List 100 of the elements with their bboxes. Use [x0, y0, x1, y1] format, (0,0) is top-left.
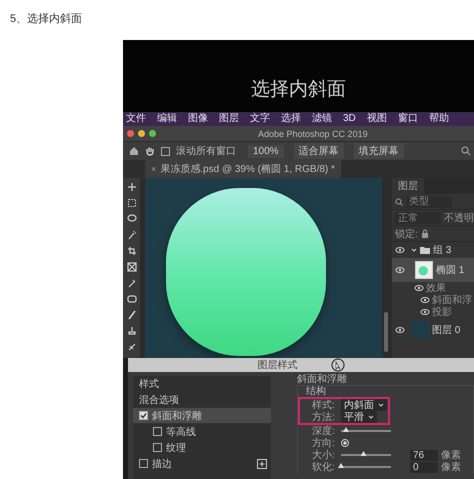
toolbar-button[interactable]: 100% — [248, 144, 284, 158]
checkbox[interactable] — [139, 411, 148, 420]
home-icon[interactable] — [129, 146, 139, 156]
toolbar-button[interactable]: 适合屏幕 — [294, 143, 344, 159]
menu-item[interactable]: 图层 — [219, 113, 239, 125]
style-label: 纹理 — [166, 442, 186, 454]
style-list-item[interactable]: 等高线 — [133, 424, 271, 440]
menu-item[interactable]: 帮助 — [428, 113, 449, 125]
style-label: 混合选项 — [139, 394, 179, 406]
lock-icon — [420, 229, 429, 238]
menu-item[interactable]: 图像 — [188, 113, 208, 125]
chevron-icon[interactable] — [411, 247, 417, 253]
menu-item[interactable]: 选择 — [281, 113, 301, 125]
video-caption: 选择内斜面 — [251, 78, 346, 102]
eye-icon[interactable] — [414, 284, 424, 292]
folder-icon — [420, 246, 430, 254]
dropdown[interactable]: 内斜面 — [341, 399, 387, 411]
window-title: Adobe Photoshop CC 2019 — [258, 128, 368, 138]
lasso-icon[interactable] — [126, 214, 136, 224]
search-field[interactable]: 类型 — [406, 196, 452, 208]
crop-icon[interactable] — [126, 246, 136, 256]
brush-icon[interactable] — [126, 310, 136, 320]
checkbox[interactable] — [139, 459, 148, 468]
lock-label: 锁定: — [395, 228, 418, 240]
toolbar-button[interactable]: 填充屏幕 — [354, 143, 404, 159]
style-label: 样式 — [139, 378, 159, 390]
eye-icon[interactable] — [395, 246, 405, 254]
style-list-item[interactable]: 样式 — [133, 376, 271, 392]
field-label: 方法: — [312, 410, 336, 424]
menu-item[interactable]: 文字 — [250, 113, 270, 125]
style-list-item[interactable]: 纹理 — [133, 440, 271, 456]
eye-icon[interactable] — [395, 266, 405, 274]
checkbox[interactable] — [161, 146, 170, 156]
dialog-title: 图层样式 — [258, 358, 298, 372]
field-label: 软化: — [312, 461, 336, 474]
style-label: 斜面和浮雕 — [152, 410, 202, 422]
checkbox[interactable] — [153, 443, 162, 452]
menu-item[interactable]: 3D — [343, 113, 356, 125]
menu-item[interactable]: 滤镜 — [312, 113, 332, 125]
document-tab[interactable]: × 果冻质感.psd @ 39% (椭圆 1, RGB/8) * — [145, 160, 341, 178]
plus-icon[interactable] — [257, 458, 267, 468]
style-list-item[interactable]: 描边 — [133, 456, 271, 472]
effect-name: 投影 — [432, 306, 452, 319]
dropdown[interactable]: 平滑 — [341, 411, 377, 423]
effects-label: 效果 — [426, 282, 446, 294]
layer-row[interactable]: 图层 0 — [392, 318, 474, 342]
hand-icon[interactable] — [145, 146, 155, 156]
checkbox-label: 滚动所有窗口 — [176, 144, 236, 158]
move-icon[interactable] — [126, 182, 136, 192]
style-label: 等高线 — [166, 426, 196, 438]
search-icon — [395, 198, 403, 206]
rounded-rectangle-icon[interactable] — [126, 294, 136, 304]
document-tab-title: 果冻质感.psd @ 39% (椭圆 1, RGB/8) * — [160, 162, 335, 176]
eye-icon[interactable] — [395, 326, 405, 334]
search-icon[interactable] — [461, 146, 471, 156]
layer-thumbnail — [415, 261, 433, 279]
field-label: 大小: — [312, 448, 336, 462]
layer-row[interactable]: 椭圆 1 — [392, 258, 474, 282]
checkbox[interactable] — [153, 427, 162, 436]
menu-item[interactable]: 视图 — [366, 113, 387, 125]
close-button[interactable]: × — [151, 164, 156, 174]
menu-item[interactable]: 编辑 — [157, 113, 177, 125]
effect-name: 斜面和浮 — [432, 294, 472, 306]
eyedropper-icon[interactable] — [126, 278, 136, 288]
group-title: 结构 — [306, 386, 327, 397]
style-list-item[interactable]: 斜面和浮雕 — [133, 408, 271, 424]
menu-item[interactable]: 窗口 — [398, 113, 418, 125]
radio-button[interactable] — [341, 439, 349, 447]
field-label: 深度: — [312, 424, 336, 438]
window-control-dot[interactable] — [149, 130, 156, 137]
eye-icon[interactable] — [420, 296, 430, 304]
window-control-dot[interactable] — [138, 130, 145, 137]
panel-tab[interactable]: 图层 — [392, 178, 424, 194]
dropdown-value: 平滑 — [344, 411, 364, 424]
value-field[interactable]: 0 — [410, 462, 438, 472]
frame-icon[interactable] — [126, 262, 136, 272]
slider-thumb[interactable] — [338, 463, 344, 468]
unit-label: 像素 — [441, 460, 461, 474]
dropdown-value: 内斜面 — [344, 398, 374, 412]
value-field[interactable]: 76 — [410, 450, 438, 460]
opacity-label: 不透明 — [444, 212, 474, 224]
section-title: 斜面和浮雕 — [297, 374, 348, 385]
style-label: 描边 — [152, 458, 172, 470]
slider-thumb[interactable] — [360, 451, 366, 456]
layer-name: 组 3 — [433, 244, 452, 257]
field-label: 样式: — [312, 398, 336, 412]
layer-name: 椭圆 1 — [436, 264, 464, 277]
unit-label: 像素 — [441, 448, 461, 462]
step-heading: 5、选择内斜面 — [9, 12, 84, 27]
magic-wand-icon[interactable] — [126, 230, 136, 240]
scrollbar[interactable] — [384, 312, 388, 352]
layer-row[interactable]: 组 3 — [392, 242, 474, 258]
blend-mode-dropdown[interactable]: 正常 — [395, 212, 441, 224]
layer-name: 图层 0 — [432, 324, 460, 337]
eye-icon[interactable] — [420, 308, 430, 316]
menu-item[interactable]: 文件 — [126, 113, 146, 125]
window-control-dot[interactable] — [127, 130, 134, 137]
marquee-icon[interactable] — [126, 198, 136, 208]
stamp-icon[interactable] — [126, 326, 136, 336]
slider-thumb[interactable] — [343, 427, 349, 432]
